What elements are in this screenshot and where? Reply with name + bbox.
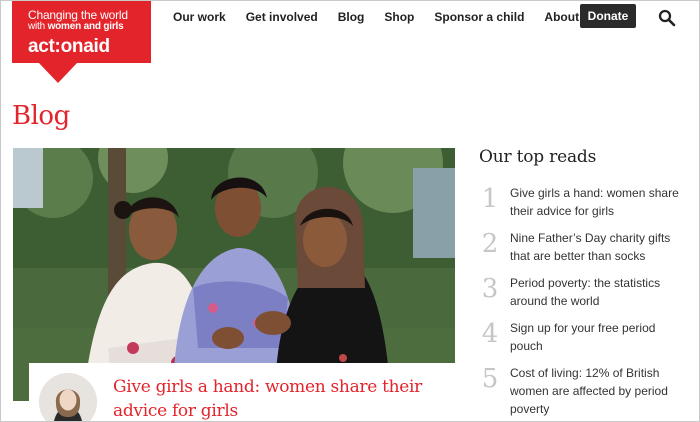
featured-post-card[interactable]: Give girls a hand: women share their adv…	[29, 363, 455, 421]
featured-post-title[interactable]: Give girls a hand: women share their adv…	[113, 375, 443, 421]
top-read-number: 5	[481, 364, 499, 394]
nav-item-get-involved[interactable]: Get involved	[246, 10, 318, 24]
donate-button[interactable]: Donate	[580, 4, 636, 28]
top-read-number: 3	[481, 274, 499, 304]
nav-item-shop[interactable]: Shop	[384, 10, 414, 24]
top-read-title[interactable]: Sign up for your free period pouch	[510, 319, 690, 355]
tagline-line2: with women and girls	[28, 21, 124, 32]
page-frame: Changing the world with women and girls …	[0, 0, 700, 422]
main-nav: Our work Get involved Blog Shop Sponsor …	[173, 10, 616, 24]
top-read-number: 2	[481, 229, 499, 259]
top-read-number: 1	[481, 184, 499, 214]
author-avatar	[39, 373, 97, 421]
actionaid-logo[interactable]: Changing the world with women and girls …	[12, 1, 151, 83]
top-read-item[interactable]: 4 Sign up for your free period pouch	[479, 318, 694, 363]
top-read-number: 4	[481, 319, 499, 349]
nav-item-sponsor-a-child[interactable]: Sponsor a child	[434, 10, 524, 24]
top-read-title[interactable]: Nine Father’s Day charity gifts that are…	[510, 229, 690, 265]
nav-item-blog[interactable]: Blog	[338, 10, 365, 24]
top-reads-list: 1 Give girls a hand: women share their a…	[479, 183, 694, 416]
search-icon	[658, 9, 676, 27]
top-read-title[interactable]: Give girls a hand: women share their adv…	[510, 184, 690, 220]
top-read-item[interactable]: 2 Nine Father’s Day charity gifts that a…	[479, 228, 694, 273]
tagline-line1: Changing the world	[28, 8, 128, 22]
page-title: Blog	[12, 101, 70, 131]
search-button[interactable]	[658, 9, 676, 27]
top-read-item[interactable]: 5 Cost of living: 12% of British women a…	[479, 363, 694, 416]
logo-tagline: Changing the world with women and girls	[28, 9, 128, 33]
top-read-title[interactable]: Period poverty: the statistics around th…	[510, 274, 690, 310]
top-read-item[interactable]: 3 Period poverty: the statistics around …	[479, 273, 694, 318]
top-read-item[interactable]: 1 Give girls a hand: women share their a…	[479, 183, 694, 228]
top-read-title[interactable]: Cost of living: 12% of British women are…	[510, 364, 690, 418]
nav-item-our-work[interactable]: Our work	[173, 10, 226, 24]
logo-wordmark: act:onaid	[28, 36, 110, 57]
top-reads-heading: Our top reads	[479, 147, 597, 167]
